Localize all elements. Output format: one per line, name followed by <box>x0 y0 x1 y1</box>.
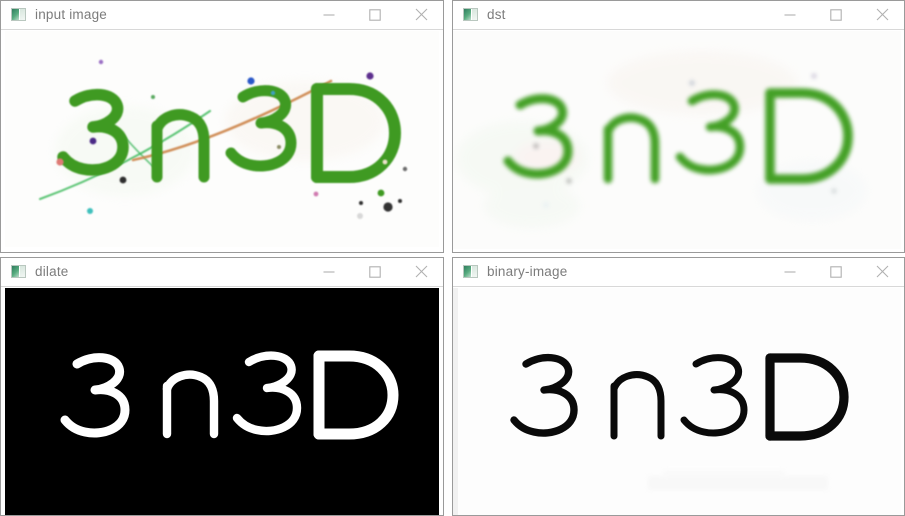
photo-dilate <box>5 288 439 516</box>
photo-binary-image <box>452 288 901 516</box>
opencv-window-icon <box>11 8 26 21</box>
opencv-window-icon <box>463 8 478 21</box>
window-controls-dilate <box>306 257 444 286</box>
window-title-input-image: input image <box>35 7 107 22</box>
window-controls-input-image <box>306 0 444 29</box>
window-dilate[interactable]: dilate <box>0 257 444 516</box>
close-button[interactable] <box>398 257 444 287</box>
window-controls-binary-image <box>767 257 905 286</box>
window-title-dst: dst <box>487 7 506 22</box>
window-input-image[interactable]: input image <box>0 0 444 253</box>
minimize-button[interactable] <box>767 257 813 287</box>
minimize-button[interactable] <box>306 257 352 287</box>
titlebar-dst[interactable]: dst <box>452 0 905 30</box>
photo-input-image <box>5 31 439 247</box>
window-dst[interactable]: dst <box>452 0 905 253</box>
opencv-window-icon <box>11 265 26 278</box>
close-button[interactable] <box>398 0 444 30</box>
desktop: input image dst dilate binary-image <box>0 0 905 516</box>
maximize-button[interactable] <box>352 0 398 30</box>
close-button[interactable] <box>859 0 905 30</box>
image-canvas-dst <box>452 31 901 249</box>
image-canvas-input-image <box>5 31 439 247</box>
minimize-button[interactable] <box>767 0 813 30</box>
image-canvas-dilate <box>5 288 439 516</box>
window-controls-dst <box>767 0 905 29</box>
titlebar-binary-image[interactable]: binary-image <box>452 257 905 287</box>
window-title-binary-image: binary-image <box>487 264 568 279</box>
photo-dst <box>452 31 901 249</box>
titlebar-input-image[interactable]: input image <box>0 0 444 30</box>
opencv-window-icon <box>463 265 478 278</box>
maximize-button[interactable] <box>813 0 859 30</box>
minimize-button[interactable] <box>306 0 352 30</box>
image-canvas-binary-image <box>452 288 901 516</box>
window-title-dilate: dilate <box>35 264 69 279</box>
maximize-button[interactable] <box>813 257 859 287</box>
window-binary-image[interactable]: binary-image <box>452 257 905 516</box>
maximize-button[interactable] <box>352 257 398 287</box>
close-button[interactable] <box>859 257 905 287</box>
titlebar-dilate[interactable]: dilate <box>0 257 444 287</box>
